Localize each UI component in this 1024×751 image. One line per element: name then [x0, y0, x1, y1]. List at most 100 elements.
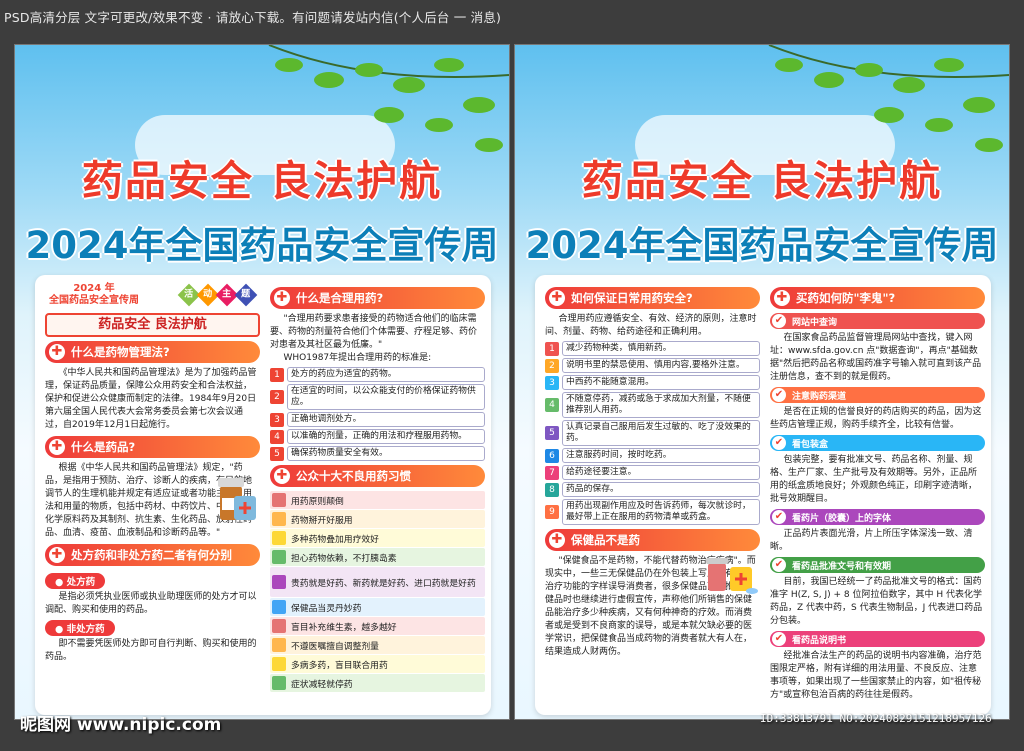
sub-label-rx: ● 处方药 [45, 573, 106, 589]
left-column: ✚ 如何保证日常用药安全? 合理用药应遵循安全、有效、经济的原则，注意时间、剂量、… [545, 283, 760, 659]
list-item: 1 处方的药应为适宜的药物。 [270, 367, 485, 382]
sub-title: 2024年全国药品安全宣传周 [525, 224, 999, 267]
check-header: ✔ 注意购药渠道 [770, 387, 985, 403]
badge-year: 2024 年 [73, 283, 115, 294]
check-icon: ✔ [772, 558, 786, 572]
watermark-logo: 昵图网 www.nipic.com [20, 715, 222, 735]
main-title: 药品安全 良法护航 [581, 157, 943, 205]
dot-icon: ● [55, 624, 67, 635]
check-icon: ✔ [772, 314, 786, 328]
item-number: 6 [545, 448, 559, 463]
list-item: 症状减轻就停药 [270, 674, 485, 692]
poster-left: 药品安全 良法护航 2024年全国药品安全宣传周 2024 年 全国药品安全宣传… [14, 44, 510, 720]
item-number: 5 [270, 446, 284, 461]
color-marker [272, 657, 286, 671]
item-number: 8 [545, 482, 559, 497]
poster-right: 药品安全 良法护航 2024年全国药品安全宣传周 ✚ 如何保证日常用药安全? 合理… [514, 44, 1010, 720]
main-title: 药品安全 良法护航 [81, 157, 443, 205]
check-header: ✔ 看药品说明书 [770, 631, 985, 647]
item-number: 1 [545, 341, 559, 356]
item-number: 3 [270, 412, 284, 427]
list-item: 4 不随意停药，减药或急于求成加大剂量，不随便推荐别人用药。 [545, 392, 760, 418]
section-text: 在国家食品药品监督管理局网站中查找，键入网址：www.sfda.gov.cn 点… [770, 333, 982, 382]
section-text: 是指必须凭执业医师或执业助理医师的处方才可以调配、购买和使用的药品。 [45, 592, 257, 615]
sub-title: 2024年全国药品安全宣传周 [25, 224, 499, 267]
slogan-box: 药品安全 良法护航 [45, 313, 260, 337]
list-item: 4 以准确的剂量，正确的用法和疗程服用药物。 [270, 429, 485, 444]
plus-icon: ✚ [549, 532, 565, 548]
plus-icon: ✚ [774, 290, 790, 306]
activity-char: 题 [234, 283, 258, 307]
pills-icon [706, 558, 758, 594]
section-header: ✚ 什么是药品? [45, 436, 260, 458]
item-number: 3 [545, 375, 559, 390]
dot-icon: ● [55, 577, 67, 588]
color-marker [272, 638, 286, 652]
section-text: 正品药片表面光滑，片上所压字体深浅一致、清晰。 [770, 529, 973, 552]
section-header: ✚ 保健品不是药 [545, 529, 760, 551]
section-header: ✚ 买药如何防"李鬼"? [770, 287, 985, 309]
item-number: 9 [545, 505, 559, 519]
plus-icon: ✚ [49, 439, 65, 455]
section-text: 是否在正规的信誉良好的药店购买的药品，因为这些药店管理正规，购药手续齐全，比较有… [770, 407, 982, 430]
content-card: 2024 年 全国药品安全宣传周 活 动 主 题 药品安全 良法护航 ✚ 什么是药… [35, 275, 491, 715]
section-text: 经批准合法生产的药品的说明书内容准确，治疗范围限定严格，附有详细的用法用量、不良… [770, 651, 982, 700]
section-header: ✚ 如何保证日常用药安全? [545, 287, 760, 309]
list-item: 1 减少药物种类，慎用新药。 [545, 341, 760, 356]
check-icon: ✔ [772, 510, 786, 524]
list-item: 多种药物叠加用疗效好 [270, 529, 485, 547]
check-header: ✔ 网站中查询 [770, 313, 985, 329]
section-text: 《中华人民共和国药品管理法》是为了加强药品管理，保证药品质量，保障公众用药安全和… [45, 368, 257, 430]
check-header: ✔ 看药品批准文号和有效期 [770, 557, 985, 573]
check-header: ✔ 看包装盒 [770, 435, 985, 451]
color-marker [272, 512, 286, 526]
activity-theme: 活 动 主 题 [177, 283, 258, 307]
color-marker [272, 676, 286, 690]
item-number: 2 [270, 390, 284, 404]
plus-icon: ✚ [49, 547, 65, 563]
section-text: WHO1987年提出合理用药的标准是: [283, 353, 432, 363]
plus-icon: ✚ [549, 290, 565, 306]
medicine-bottle-icon [218, 478, 256, 520]
left-column: 2024 年 全国药品安全宣传周 活 动 主 题 药品安全 良法护航 ✚ 什么是药… [45, 283, 260, 664]
color-marker [272, 575, 286, 589]
color-marker [272, 493, 286, 507]
list-item: 5 认真记录自己服用后发生过敏的、吃了没效果的药。 [545, 420, 760, 446]
sub-label-otc: ● 非处方药 [45, 620, 115, 636]
color-marker [272, 550, 286, 564]
list-item: 3 正确地调剂处方。 [270, 412, 485, 427]
section-text: 目前，我国已经统一了药品批准文号的格式：国药准字 H(Z, S, J) + 8 … [770, 577, 983, 626]
plus-icon: ✚ [274, 468, 290, 484]
item-number: 5 [545, 426, 559, 440]
item-number: 4 [545, 398, 559, 412]
content-card: ✚ 如何保证日常用药安全? 合理用药应遵循安全、有效、经济的原则，注意时间、剂量、… [535, 275, 991, 715]
color-marker [272, 531, 286, 545]
plus-icon: ✚ [274, 290, 290, 306]
section-text: 即不需要凭医师处方即可自行判断、购买和使用的药品。 [45, 639, 257, 662]
plus-icon: ✚ [49, 344, 65, 360]
list-item: 多病多药，盲目联合用药 [270, 655, 485, 673]
list-item: 药物掰开好服用 [270, 510, 485, 528]
list-item: 盲目补充维生素，越多越好 [270, 617, 485, 635]
watermark-id: ID:33813791 NO:20240829151218957126 [760, 712, 992, 725]
section-header: ✚ 什么是合理用药? [270, 287, 485, 309]
top-caption: PSD高清分层 文字可更改/效果不变 · 请放心下载。有问题请发站内信(个人后台… [4, 10, 502, 25]
check-icon: ✔ [772, 436, 786, 450]
list-item: 保健品当灵丹妙药 [270, 598, 485, 616]
list-item: 6 注意服药时间，按时吃药。 [545, 448, 760, 463]
list-item: 担心药物依赖，不打胰岛素 [270, 548, 485, 566]
tips-list: 1 减少药物种类，慎用新药。 2 说明书里的禁忌使用、慎用内容,要格外注意。 3 中西… [545, 341, 760, 525]
item-number: 4 [270, 429, 284, 444]
habits-list: 用药原则颠倒 药物掰开好服用 多种药物叠加用疗效好 担心药物依赖，不打胰岛素 贵… [270, 491, 485, 692]
color-marker [272, 619, 286, 633]
section-header: ✚ 处方药和非处方药二者有何分别 [45, 544, 260, 566]
item-number: 1 [270, 367, 284, 382]
badge-row: 2024 年 全国药品安全宣传周 活 动 主 题 [45, 283, 260, 307]
section-text: "合理用药要求患者接受的药物适合他们的临床需要、药物的剂量符合他们个体需要、疗程… [270, 314, 478, 350]
list-item: 9 用药出现副作用应及时告诉药师，每次就诊时，最好带上正在服用的药物清单或药盒。 [545, 499, 760, 525]
list-item: 3 中西药不能随意混用。 [545, 375, 760, 390]
list-item: 用药原则颠倒 [270, 491, 485, 509]
check-icon: ✔ [772, 632, 786, 646]
item-number: 2 [545, 358, 559, 373]
right-column: ✚ 什么是合理用药? "合理用药要求患者接受的药物适合他们的临床需要、药物的剂量符… [270, 283, 485, 693]
